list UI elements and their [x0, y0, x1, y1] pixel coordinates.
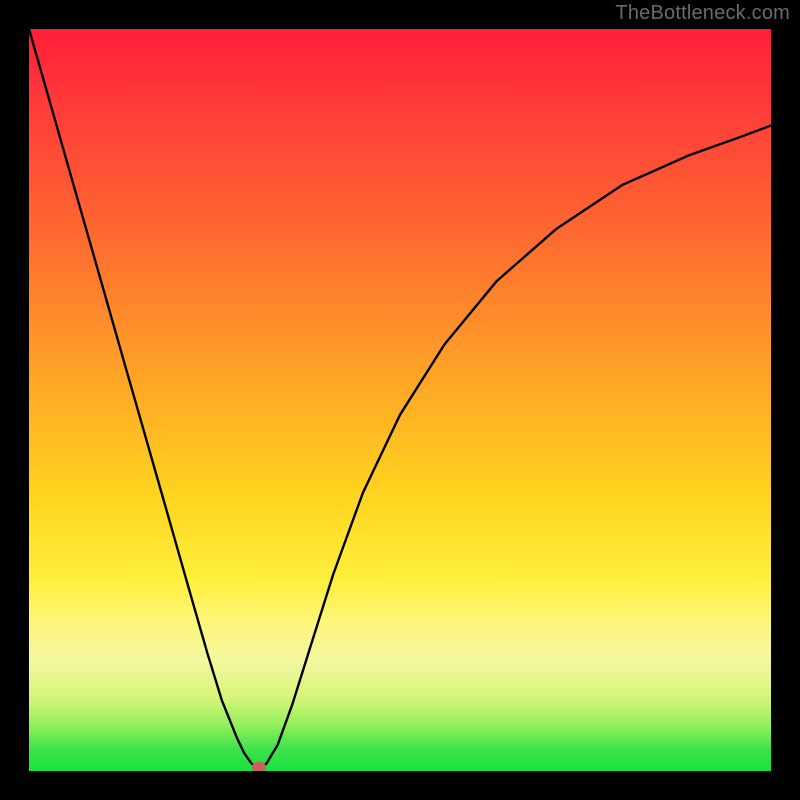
- chart-frame: TheBottleneck.com: [0, 0, 800, 800]
- plot-area: [29, 29, 771, 771]
- bottleneck-curve: [29, 29, 771, 771]
- optimal-point-marker: [252, 762, 266, 771]
- watermark-text: TheBottleneck.com: [615, 2, 790, 25]
